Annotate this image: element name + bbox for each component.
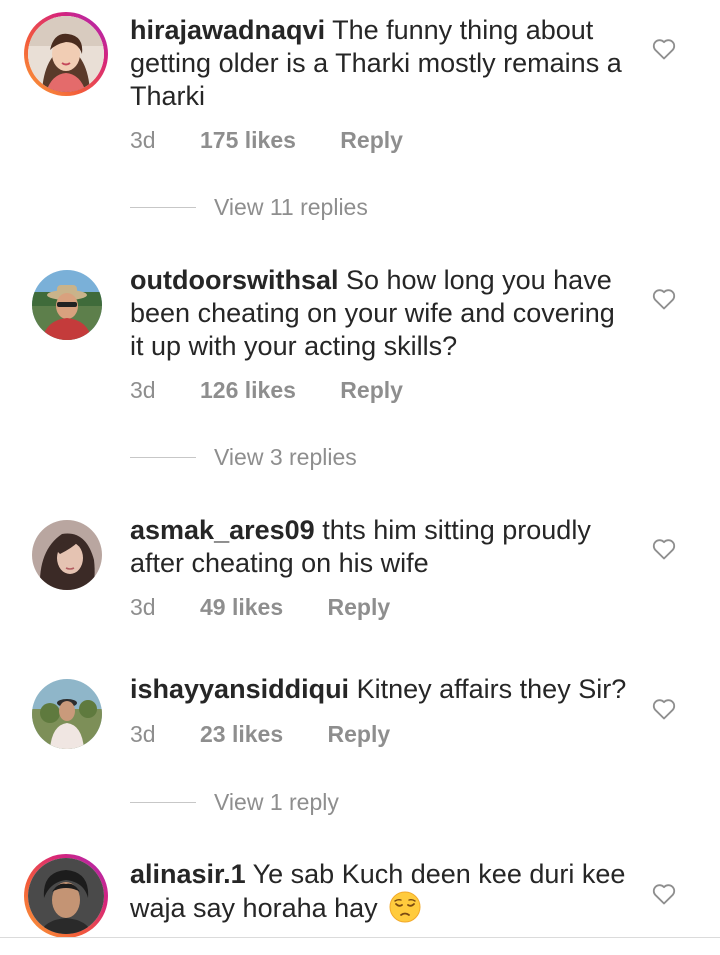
comment-time: 3d xyxy=(130,127,156,153)
divider-line xyxy=(130,802,196,803)
comment-likes[interactable]: 23 likes xyxy=(200,721,283,747)
view-replies-button[interactable]: View 3 replies xyxy=(130,444,357,471)
heart-outline-icon[interactable] xyxy=(652,698,676,720)
comment-likes[interactable]: 49 likes xyxy=(200,594,283,620)
comment-username[interactable]: outdoorswithsal xyxy=(130,265,339,295)
divider-line xyxy=(130,207,196,208)
reply-button[interactable]: Reply xyxy=(328,721,391,747)
heart-outline-icon[interactable] xyxy=(652,883,676,905)
comment-time: 3d xyxy=(130,377,156,403)
avatar[interactable] xyxy=(24,262,108,346)
avatar[interactable] xyxy=(24,12,108,96)
comment-text: Kitney affairs they Sir? xyxy=(356,674,627,704)
avatar-image xyxy=(32,679,102,749)
comment-likes[interactable]: 175 likes xyxy=(200,127,296,153)
reply-button[interactable]: Reply xyxy=(328,594,391,620)
reply-button[interactable]: Reply xyxy=(340,127,403,153)
comment-username[interactable]: asmak_ares09 xyxy=(130,515,315,545)
comment-time: 3d xyxy=(130,721,156,747)
comment-username[interactable]: ishayyansiddiqui xyxy=(130,674,349,704)
avatar[interactable] xyxy=(24,512,108,596)
avatar-image xyxy=(28,858,104,934)
comment-username[interactable]: hirajawadnaqvi xyxy=(130,15,325,45)
heart-outline-icon[interactable] xyxy=(652,538,676,560)
comment-username[interactable]: alinasir.1 xyxy=(130,859,246,889)
bottom-divider xyxy=(0,937,720,938)
divider-line xyxy=(130,457,196,458)
avatar-image xyxy=(32,520,102,590)
view-replies-label: View 3 replies xyxy=(214,444,357,470)
reply-button[interactable]: Reply xyxy=(340,377,403,403)
heart-outline-icon[interactable] xyxy=(652,288,676,310)
comment-likes[interactable]: 126 likes xyxy=(200,377,296,403)
avatar[interactable] xyxy=(24,854,108,938)
view-replies-label: View 11 replies xyxy=(214,194,368,220)
pensive-face-emoji-icon xyxy=(389,891,421,923)
heart-outline-icon[interactable] xyxy=(652,38,676,60)
view-replies-label: View 1 reply xyxy=(214,789,339,815)
avatar-image xyxy=(32,270,102,340)
avatar[interactable] xyxy=(24,671,108,755)
comment-time: 3d xyxy=(130,594,156,620)
avatar-image xyxy=(28,16,104,92)
view-replies-button[interactable]: View 1 reply xyxy=(130,789,339,816)
view-replies-button[interactable]: View 11 replies xyxy=(130,194,368,221)
